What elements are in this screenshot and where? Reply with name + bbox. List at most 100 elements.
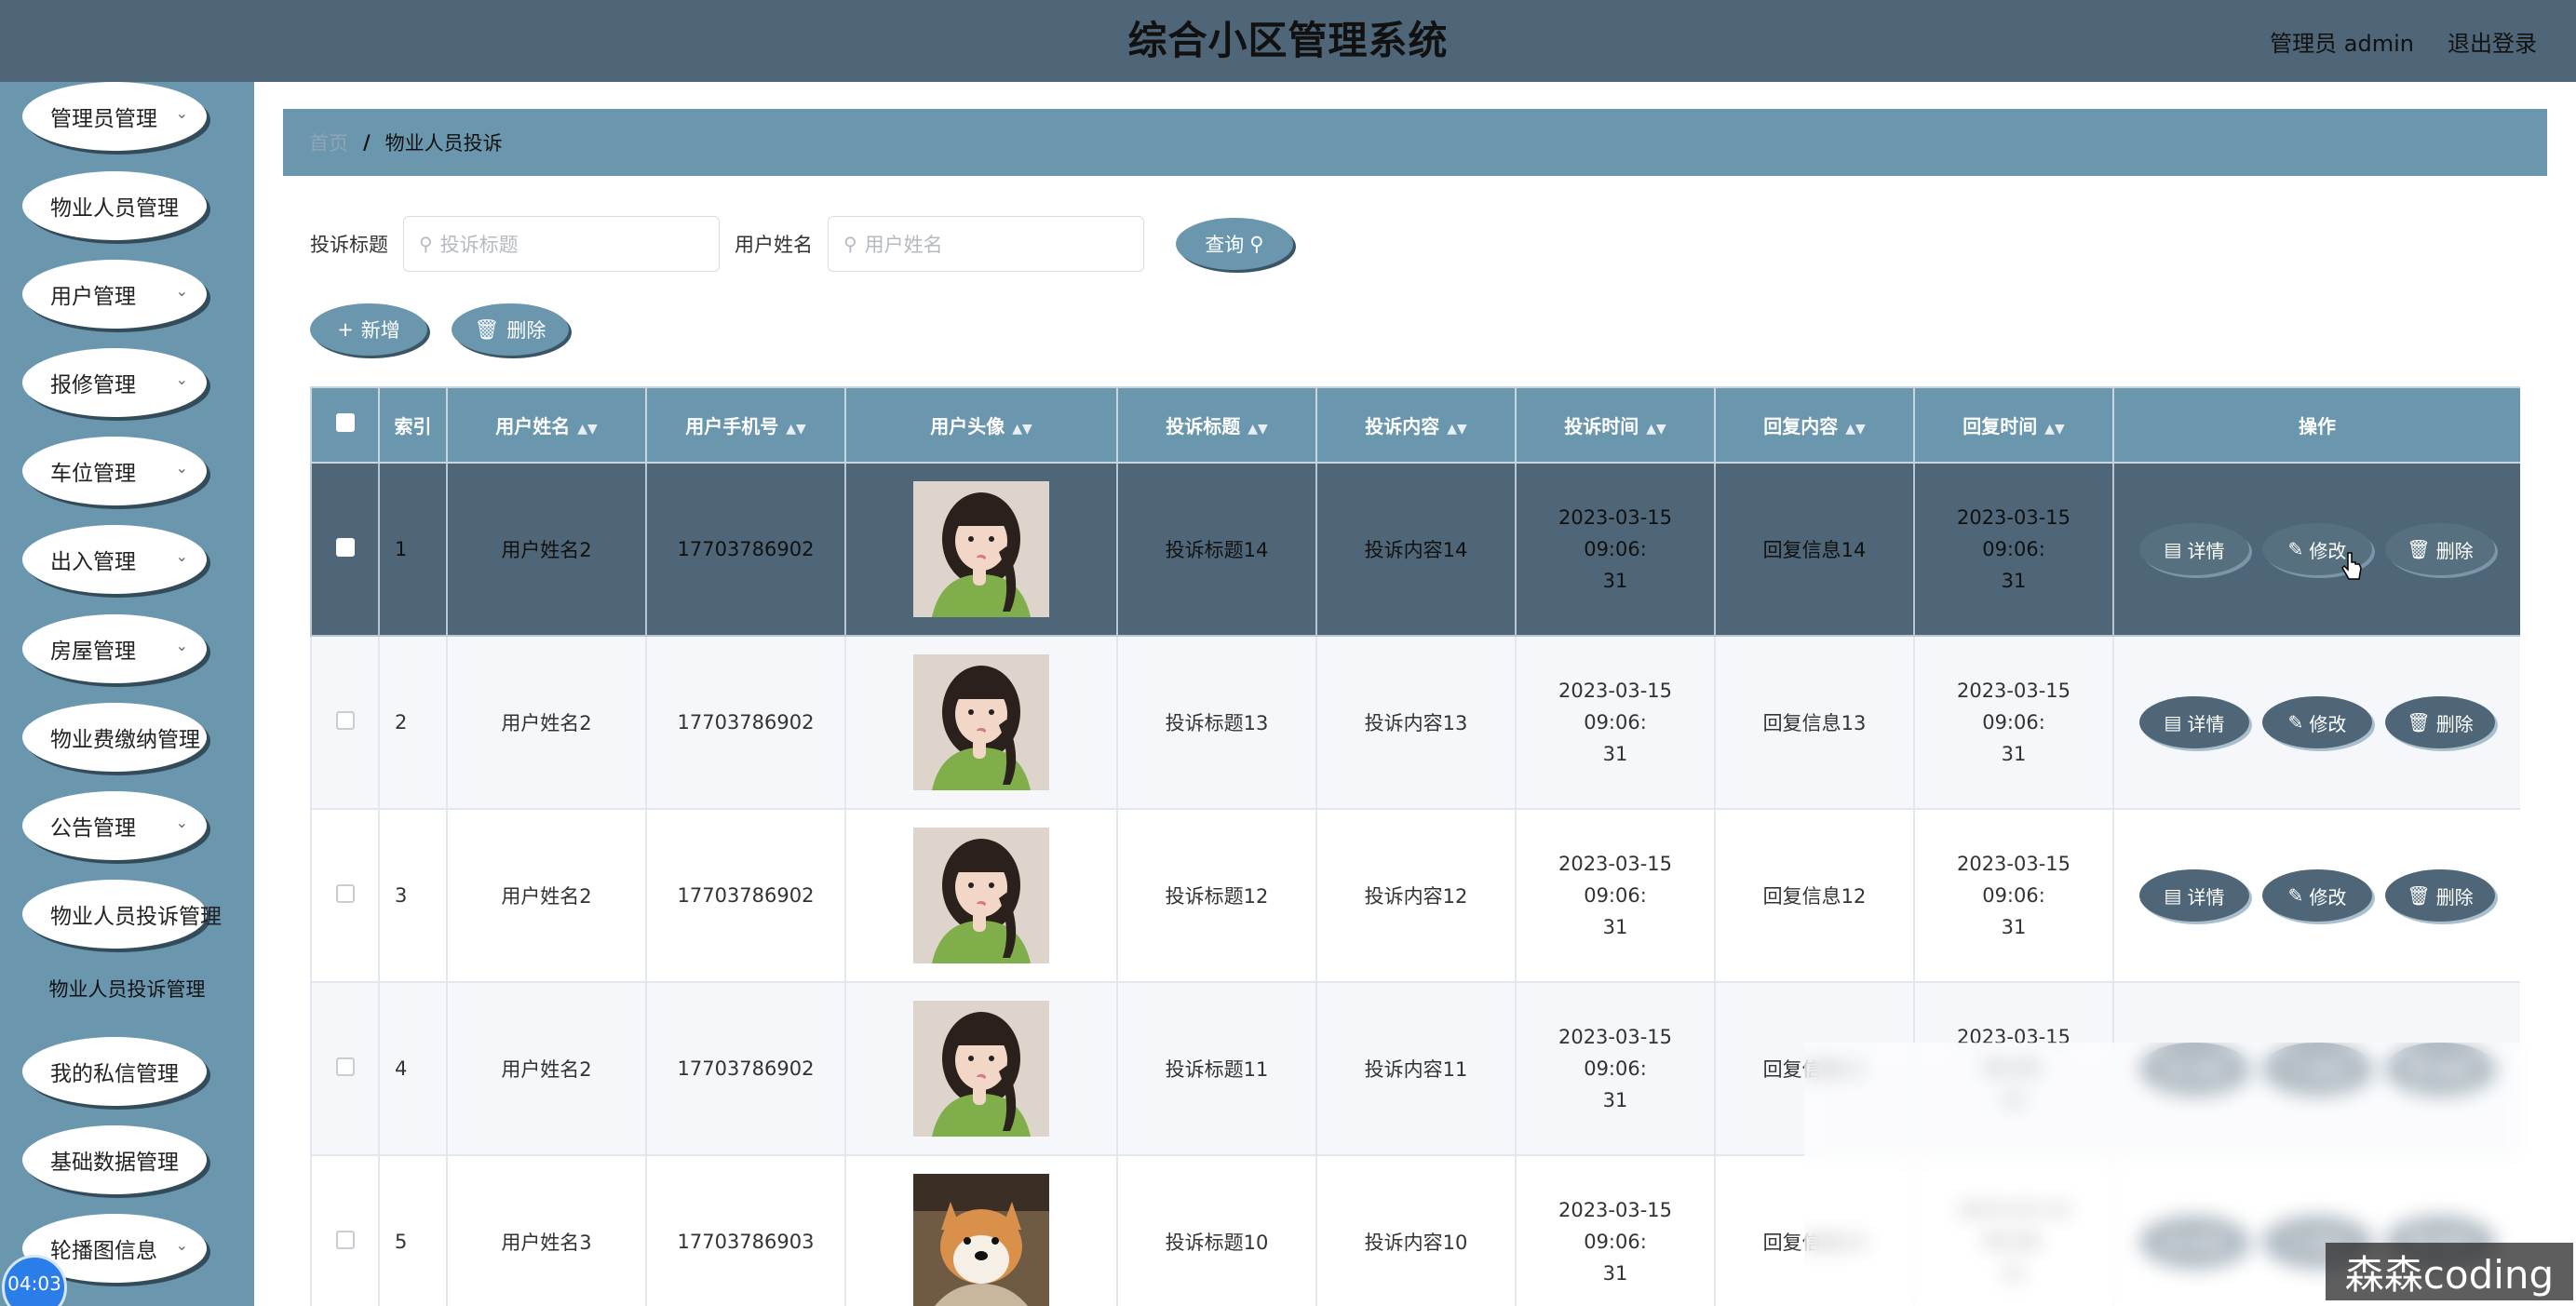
content-cell: 投诉内容14	[1315, 462, 1517, 637]
sort-icon[interactable]: ▲▼	[1012, 422, 1032, 437]
breadcrumb-home-link[interactable]: 首页	[309, 128, 348, 156]
column-header[interactable]: 用户头像 ▲▼	[844, 386, 1118, 464]
user-avatar-image[interactable]	[913, 1174, 1049, 1306]
complaint-title: 投诉标题12	[1165, 885, 1269, 908]
column-header[interactable]: 投诉标题 ▲▼	[1116, 386, 1317, 464]
column-header[interactable]: 用户手机号 ▲▼	[645, 386, 846, 464]
sidebar-subitem-complaints[interactable]: 物业人员投诉管理	[0, 975, 254, 1003]
column-header[interactable]: 回复内容 ▲▼	[1714, 386, 1915, 464]
index-cell: 1	[378, 462, 448, 637]
reply-content: 回复信息14	[1762, 539, 1867, 561]
reply-cell: 回复信息12	[1714, 808, 1915, 983]
index-cell: 5	[378, 1154, 448, 1306]
sidebar-item[interactable]: 房屋管理 ⌄	[22, 614, 207, 683]
content-cell: 投诉内容13	[1315, 635, 1517, 810]
user-phone: 17703786903	[677, 1231, 815, 1253]
sidebar-item[interactable]: 报修管理 ⌄	[22, 348, 207, 417]
delete-button[interactable]: 🗑删除	[2385, 696, 2495, 748]
column-header[interactable]: 投诉内容 ▲▼	[1315, 386, 1517, 464]
sort-icon[interactable]: ▲▼	[577, 422, 598, 437]
trash-icon: 🗑	[2407, 538, 2431, 560]
table-row[interactable]: 2 用户姓名2 17703786902 投诉标题13 投诉内容13 2023-03-15 …	[310, 635, 2520, 810]
row-checkbox[interactable]	[335, 883, 355, 903]
sort-icon[interactable]: ▲▼	[1447, 422, 1467, 437]
reply-time: 2023-03-15 09:06: 31	[1956, 680, 2071, 765]
row-checkbox[interactable]	[335, 710, 355, 730]
index-cell: 4	[378, 981, 448, 1156]
user-phone: 17703786902	[677, 538, 815, 560]
column-header[interactable]: 回复时间 ▲▼	[1913, 386, 2114, 464]
query-button[interactable]: 查询 ⚲	[1176, 218, 1293, 270]
sidebar-item[interactable]: 公告管理 ⌄	[22, 791, 207, 860]
row-actions: ▤详情✎修改🗑删除	[2114, 696, 2520, 748]
edit-button[interactable]: ✎修改	[2262, 869, 2372, 922]
row-checkbox[interactable]	[335, 1230, 355, 1249]
detail-button[interactable]: ▤详情	[2139, 869, 2249, 922]
column-header[interactable]: 投诉时间 ▲▼	[1515, 386, 1716, 464]
sidebar-item-label: 报修管理	[50, 373, 136, 397]
chevron-down-icon: ⌄	[175, 1236, 188, 1254]
sidebar-item[interactable]: 物业人员投诉管理	[22, 880, 222, 949]
user-name: 用户姓名2	[501, 539, 592, 561]
user-avatar-image[interactable]	[913, 481, 1049, 617]
batch-delete-button[interactable]: 🗑 删除	[452, 303, 569, 356]
title-cell: 投诉标题11	[1116, 981, 1317, 1156]
avatar-cell	[844, 1154, 1118, 1306]
sidebar-item[interactable]: 我的私信管理	[22, 1037, 207, 1106]
complaint-content: 投诉内容11	[1364, 1058, 1468, 1081]
user-name-input[interactable]: ⚲ 用户姓名	[828, 216, 1144, 272]
table-header-row: 索引 用户姓名 ▲▼ 用户手机号 ▲▼ 用户头像 ▲▼ 投诉标题 ▲▼ 投诉内容 ▲▼ 投…	[310, 386, 2520, 464]
edit-button[interactable]: ✎修改	[2262, 696, 2372, 748]
app-title: 综合小区管理系统	[1127, 18, 1449, 63]
sort-icon[interactable]: ▲▼	[786, 422, 806, 437]
delete-label: 删除	[2435, 712, 2474, 735]
table-row[interactable]: 3 用户姓名2 17703786902 投诉标题12 投诉内容12 2023-03-15 …	[310, 808, 2520, 983]
checkbox-cell	[310, 462, 380, 637]
sidebar-item[interactable]: 管理员管理 ⌄	[22, 82, 207, 151]
phone-cell: 17703786902	[645, 635, 846, 810]
sidebar-item-label: 物业人员管理	[50, 196, 179, 221]
row-checkbox[interactable]	[335, 537, 355, 557]
user-phone: 17703786902	[677, 884, 815, 907]
avatar-cell	[844, 808, 1118, 983]
complaint-title-input[interactable]: ⚲ 投诉标题	[403, 216, 720, 272]
sidebar-item[interactable]: 出入管理 ⌄	[22, 525, 207, 594]
trash-icon: 🗑	[474, 317, 500, 341]
reply-content: 回复信息12	[1762, 885, 1867, 908]
add-button[interactable]: + 新增	[310, 303, 427, 356]
select-all-checkbox[interactable]	[335, 413, 355, 432]
sort-icon[interactable]: ▲▼	[1646, 422, 1666, 437]
delete-button[interactable]: 🗑删除	[2385, 869, 2495, 922]
content-cell: 投诉内容10	[1315, 1154, 1517, 1306]
detail-button[interactable]: ▤详情	[2139, 696, 2249, 748]
title-cell: 投诉标题14	[1116, 462, 1317, 637]
sort-icon[interactable]: ▲▼	[1248, 422, 1268, 437]
user-name-cell: 用户姓名2	[446, 462, 647, 637]
sidebar-item[interactable]: 用户管理 ⌄	[22, 260, 207, 329]
complaint-title: 投诉标题10	[1165, 1232, 1269, 1254]
breadcrumb-current: 物业人员投诉	[384, 132, 503, 155]
user-avatar-image[interactable]	[913, 1001, 1049, 1137]
sidebar-item[interactable]: 基础数据管理	[22, 1125, 207, 1194]
complaint-title-placeholder: 投诉标题	[439, 234, 519, 256]
column-header: 索引	[378, 386, 448, 464]
column-header[interactable]: 用户姓名 ▲▼	[446, 386, 647, 464]
pencil-icon: ✎	[2287, 711, 2304, 734]
user-avatar-image[interactable]	[913, 828, 1049, 963]
user-avatar-image[interactable]	[913, 654, 1049, 790]
time-cell: 2023-03-15 09:06: 31	[1515, 462, 1716, 637]
table-row[interactable]: 1 用户姓名2 17703786902 投诉标题14 投诉内容14 2023-03-15 …	[310, 462, 2520, 637]
delete-button[interactable]: 🗑删除	[2385, 523, 2495, 575]
detail-button[interactable]: ▤详情	[2139, 523, 2249, 575]
sidebar-item[interactable]: 物业费缴纳管理	[22, 703, 207, 772]
sort-icon[interactable]: ▲▼	[2044, 422, 2065, 437]
breadcrumb: 首页 / 物业人员投诉	[283, 109, 2547, 176]
sidebar-item[interactable]: 车位管理 ⌄	[22, 437, 207, 505]
current-user-label: 管理员 admin	[2270, 30, 2414, 57]
logout-link[interactable]: 退出登录	[2448, 25, 2537, 58]
detail-label: 详情	[2187, 712, 2225, 735]
sidebar-item[interactable]: 物业人员管理	[22, 171, 207, 240]
user-name-placeholder: 用户姓名	[864, 234, 943, 256]
sort-icon[interactable]: ▲▼	[1845, 422, 1866, 437]
row-checkbox[interactable]	[335, 1057, 355, 1076]
